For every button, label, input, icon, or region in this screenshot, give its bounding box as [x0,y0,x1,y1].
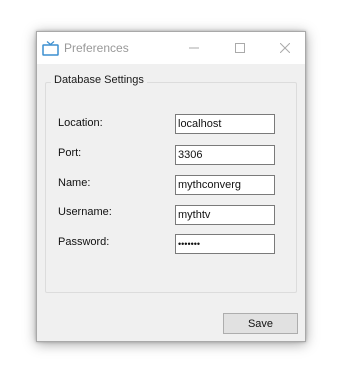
password-label: Password: [58,236,110,248]
minimize-icon [189,47,199,49]
maximize-button[interactable] [217,32,263,64]
title-bar[interactable]: Preferences [37,32,305,64]
preferences-window: Preferences Database Settings Location: … [36,31,306,342]
name-field[interactable]: mythconverg [175,175,275,195]
port-label: Port: [58,147,82,159]
group-title: Database Settings [51,74,147,86]
location-label: Location: [58,117,103,129]
name-label: Name: [58,177,91,189]
save-button[interactable]: Save [223,313,298,334]
location-field[interactable]: localhost [175,114,275,134]
maximize-icon [235,43,245,53]
password-field[interactable]: ••••••• [175,234,275,254]
close-button[interactable] [263,32,306,64]
tv-icon [42,41,59,56]
port-field[interactable]: 3306 [175,145,275,165]
window-title: Preferences [64,41,129,55]
close-icon [279,43,290,53]
username-label: Username: [58,206,112,218]
username-field[interactable]: mythtv [175,205,275,225]
minimize-button[interactable] [171,32,217,64]
